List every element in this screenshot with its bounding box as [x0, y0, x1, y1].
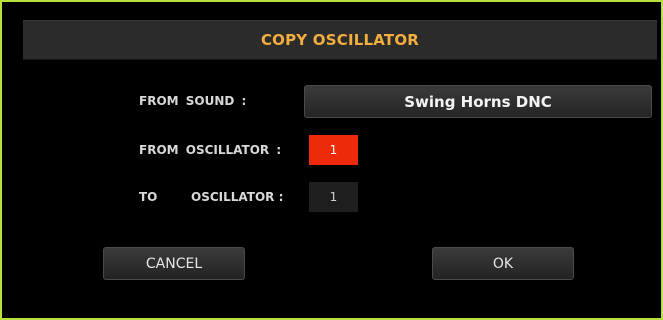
dialog-title: COPY OSCILLATOR: [260, 31, 420, 49]
copy-oscillator-dialog: COPY OSCILLATOR FROM SOUND : Swing Horns…: [0, 0, 663, 320]
from-sound-label: FROM SOUND :: [139, 94, 247, 108]
ok-button[interactable]: OK: [432, 247, 574, 280]
from-sound-selector[interactable]: Swing Horns DNC: [304, 85, 652, 118]
to-oscillator-field[interactable]: 1: [309, 182, 358, 212]
to-oscillator-label: OSCILLATOR :: [191, 190, 284, 204]
from-oscillator-field[interactable]: 1: [309, 135, 358, 165]
cancel-button[interactable]: CANCEL: [103, 247, 245, 280]
from-sound-value: Swing Horns DNC: [404, 92, 552, 111]
dialog-title-bar: COPY OSCILLATOR: [23, 20, 657, 60]
from-oscillator-label: FROM OSCILLATOR :: [139, 143, 282, 157]
to-label: TO: [139, 190, 158, 204]
